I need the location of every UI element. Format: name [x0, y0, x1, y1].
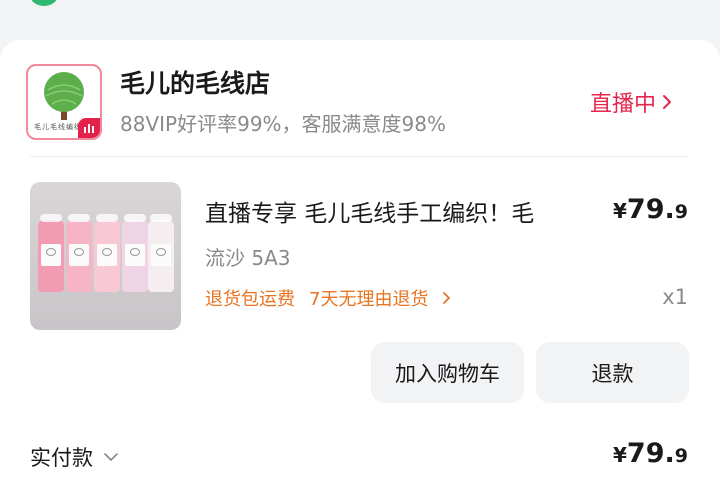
payment-toggle[interactable]: 实付款: [30, 442, 119, 472]
return-shipping-label: 退货包运费: [205, 289, 295, 310]
top-strip: [0, 0, 720, 28]
add-to-cart-button[interactable]: 加入购物车: [371, 342, 524, 403]
yarn-spool: [94, 214, 120, 292]
divider: [30, 156, 688, 157]
shop-name[interactable]: 毛儿的毛线店: [120, 64, 270, 100]
top-partial-icon: [30, 0, 58, 6]
quantity: x1: [662, 285, 688, 309]
return-policy-link[interactable]: 退货包运费 7天无理由退货: [205, 285, 451, 311]
product-image[interactable]: [30, 182, 181, 330]
logo-text: 毛儿毛线编织: [34, 123, 82, 131]
live-status-label: 直播中: [590, 92, 657, 117]
return-reason-label: 7天无理由退货: [309, 289, 429, 310]
payment-total: ¥79.9: [613, 438, 688, 469]
shop-rating: 88VIP好评率99%，客服满意度98%: [120, 112, 446, 136]
refund-button[interactable]: 退款: [536, 342, 689, 403]
live-status-link[interactable]: 直播中: [590, 86, 672, 118]
chevron-right-icon: [443, 292, 451, 304]
yarn-spool: [122, 214, 148, 292]
yarn-spool: [66, 214, 92, 292]
payment-label: 实付款: [30, 446, 93, 470]
yarn-spool: [38, 214, 64, 292]
product-price: ¥79.9: [613, 194, 688, 225]
shop-logo[interactable]: 毛儿毛线编织: [26, 64, 102, 140]
chevron-right-icon: [663, 95, 672, 109]
product-title[interactable]: 直播专享 毛儿毛线手工编织！毛: [205, 194, 534, 228]
live-bars-icon: [78, 118, 100, 138]
yarn-spool: [148, 214, 174, 292]
chevron-down-icon: [104, 453, 118, 461]
product-spec: 流沙 5A3: [205, 246, 291, 270]
